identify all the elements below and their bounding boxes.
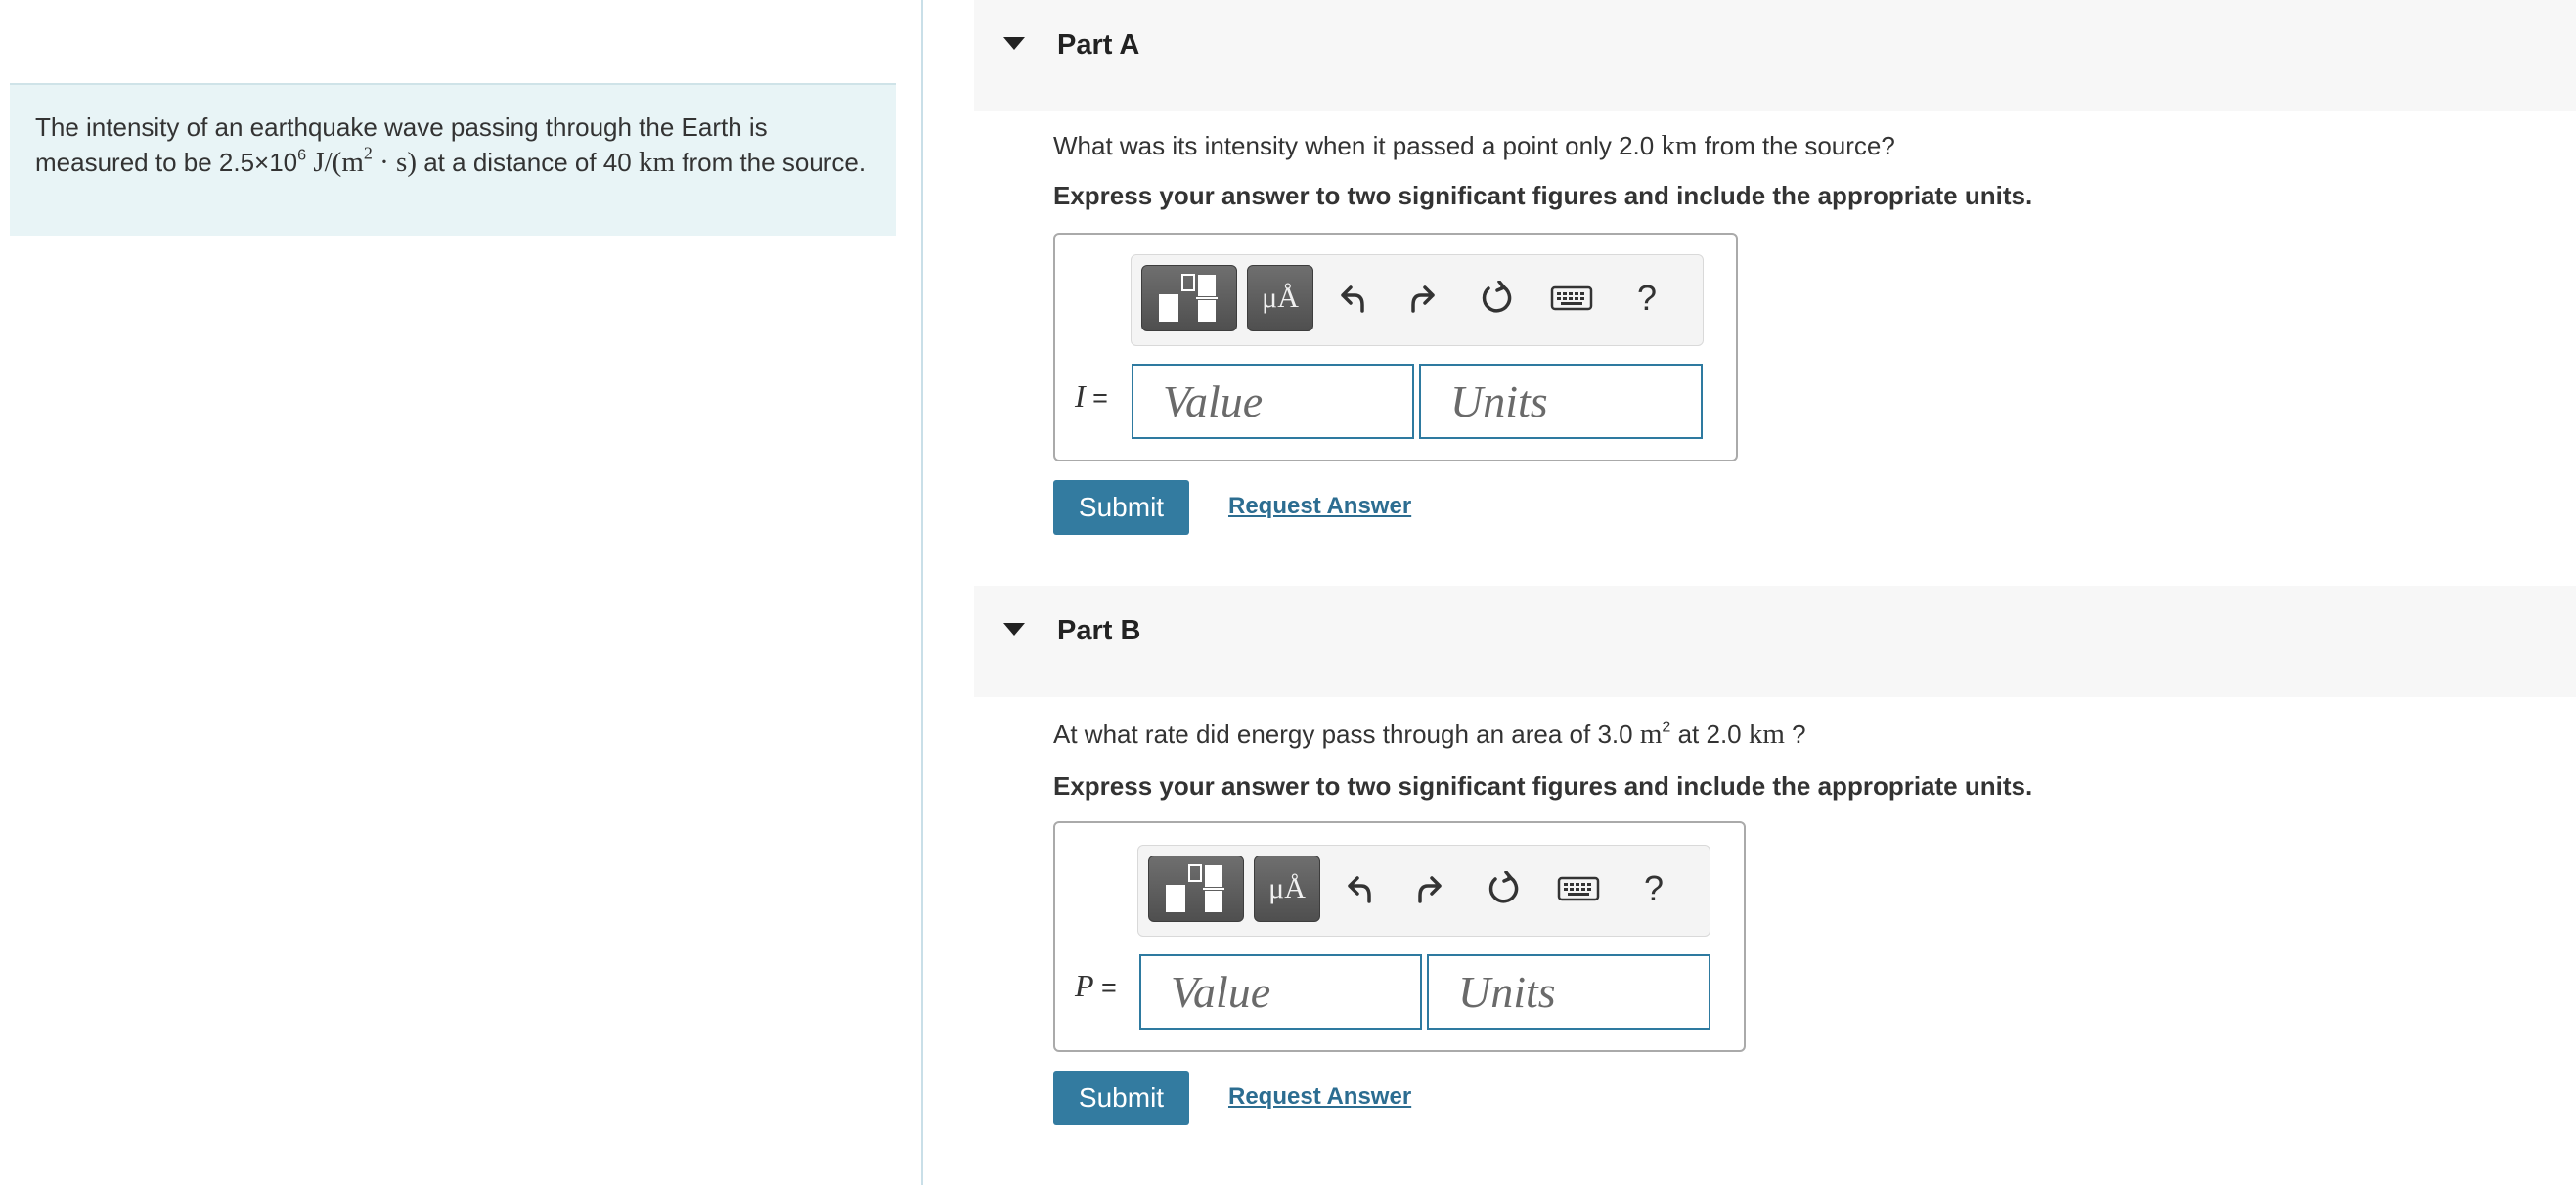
part-a-instruction: Express your answer to two significant f… — [1053, 181, 2033, 210]
units-input[interactable] — [1427, 954, 1710, 1030]
reset-icon — [1488, 871, 1519, 903]
value-input[interactable] — [1139, 954, 1422, 1030]
part-a-question: What was its intensity when it passed a … — [1053, 130, 1895, 162]
redo-icon — [1411, 285, 1435, 313]
part-b-answer-panel: μÅ ? P = — [1053, 821, 1746, 1052]
part-b-question: At what rate did energy pass through an … — [1053, 719, 1806, 751]
help-icon: ? — [1636, 278, 1658, 318]
help-button[interactable]: ? — [1624, 265, 1669, 331]
equals-sign: = — [1093, 973, 1117, 1002]
problem-statement: The intensity of an earthquake wave pass… — [10, 83, 896, 236]
units-button[interactable]: μÅ — [1247, 265, 1313, 331]
collapse-caret-icon[interactable] — [1003, 623, 1025, 636]
redo-icon — [1418, 876, 1442, 903]
unit-close: · s) — [372, 147, 417, 178]
undo-icon — [1348, 876, 1371, 903]
request-answer-link[interactable]: Request Answer — [1228, 1083, 1411, 1111]
reset-button[interactable] — [1474, 265, 1519, 331]
undo-button[interactable] — [1329, 265, 1374, 331]
math-toolbar: μÅ ? — [1131, 254, 1704, 346]
value-input[interactable] — [1132, 364, 1414, 439]
request-answer-link[interactable]: Request Answer — [1228, 493, 1411, 520]
question-unit: m — [1639, 719, 1663, 750]
unit-exponent: 2 — [363, 143, 373, 163]
keyboard-button[interactable] — [1553, 856, 1604, 922]
units-icon: μÅ — [1262, 282, 1299, 314]
question-unit-2: km — [1748, 719, 1785, 750]
reset-button[interactable] — [1481, 856, 1526, 922]
units-icon: μÅ — [1268, 872, 1306, 904]
math-toolbar: μÅ ? — [1137, 845, 1710, 937]
keyboard-button[interactable] — [1546, 265, 1597, 331]
question-text: At what rate did energy pass through an … — [1053, 720, 1640, 749]
keyboard-icon — [1550, 285, 1593, 311]
units-input[interactable] — [1419, 364, 1703, 439]
equals-sign: = — [1085, 383, 1108, 413]
undo-icon — [1341, 285, 1364, 313]
question-text-mid: at 2.0 — [1670, 720, 1749, 749]
problem-text-3: from the source. — [675, 148, 866, 177]
problem-intensity-unit: J/(m2 · s) — [313, 144, 417, 178]
part-b-header[interactable]: Part B — [974, 586, 2576, 697]
problem-pane: The intensity of an earthquake wave pass… — [0, 0, 921, 1185]
collapse-caret-icon[interactable] — [1003, 37, 1025, 50]
templates-button[interactable] — [1148, 856, 1244, 922]
part-a-title: Part A — [1057, 29, 1140, 61]
redo-button[interactable] — [1408, 856, 1453, 922]
pane-divider[interactable] — [921, 0, 923, 1185]
question-exponent: 2 — [1662, 718, 1671, 736]
part-a-answer-panel: μÅ ? I = — [1053, 233, 1738, 461]
variable-label: P = — [1075, 968, 1117, 1004]
templates-button[interactable] — [1141, 265, 1237, 331]
problem-distance-unit: km — [638, 147, 675, 178]
variable-symbol: P — [1075, 968, 1094, 1003]
variable-label: I = — [1075, 378, 1108, 415]
submit-button[interactable]: Submit — [1053, 480, 1189, 535]
unit-open: J/(m — [313, 147, 364, 178]
redo-button[interactable] — [1401, 265, 1446, 331]
undo-button[interactable] — [1336, 856, 1381, 922]
units-button[interactable]: μÅ — [1254, 856, 1320, 922]
problem-text-2: at a distance of 40 — [417, 148, 639, 177]
question-unit: km — [1661, 130, 1698, 161]
reset-icon — [1482, 281, 1512, 313]
templates-icon — [1166, 864, 1224, 912]
part-b-title: Part B — [1057, 615, 1141, 646]
question-text-end: ? — [1784, 720, 1806, 749]
help-button[interactable]: ? — [1631, 856, 1676, 922]
submit-button[interactable]: Submit — [1053, 1071, 1189, 1125]
variable-symbol: I — [1075, 378, 1086, 414]
keyboard-icon — [1557, 876, 1600, 901]
part-b-instruction: Express your answer to two significant f… — [1053, 771, 2033, 801]
part-a-header[interactable]: Part A — [974, 0, 2576, 111]
question-text-end: from the source? — [1697, 131, 1895, 160]
question-text: What was its intensity when it passed a … — [1053, 131, 1662, 160]
templates-icon — [1159, 274, 1218, 322]
help-icon: ? — [1643, 868, 1665, 908]
problem-exponent: 6 — [297, 146, 307, 164]
